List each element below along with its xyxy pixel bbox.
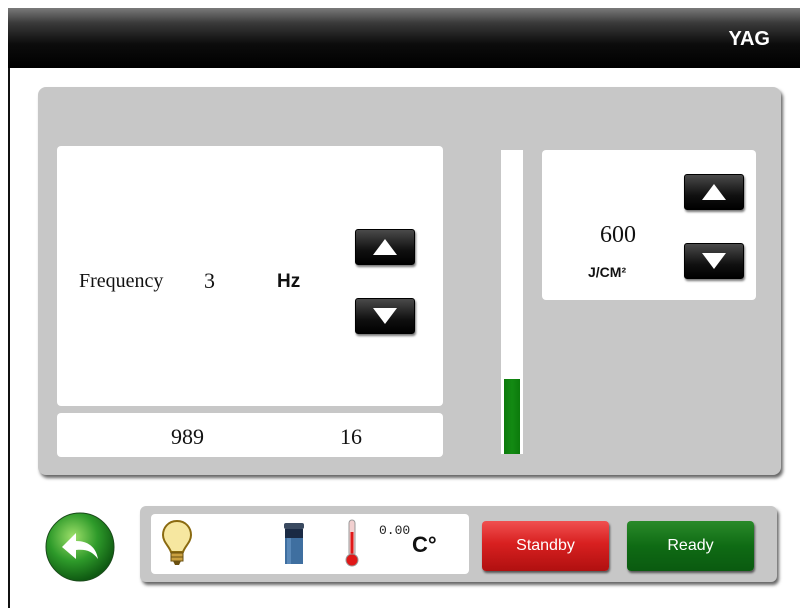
energy-level-fill	[504, 378, 520, 454]
title-bar: YAG	[8, 8, 800, 68]
standby-button[interactable]: Standby	[482, 521, 609, 571]
energy-up-button[interactable]	[684, 174, 744, 210]
lightbulb-icon	[160, 519, 194, 572]
page-title: YAG	[728, 28, 770, 50]
back-button[interactable]	[44, 511, 116, 583]
ready-button[interactable]: Ready	[627, 521, 754, 571]
temperature-value: 0.00	[379, 523, 411, 538]
temperature-unit: C°	[412, 532, 437, 557]
counter-panel	[57, 413, 443, 457]
frequency-up-button[interactable]	[355, 229, 415, 265]
counter-right: 16	[340, 424, 362, 449]
frequency-value: 3	[204, 268, 215, 293]
counter-left: 989	[171, 424, 204, 449]
arrow-down-icon	[373, 308, 397, 324]
thermometer-icon	[342, 518, 362, 573]
arrow-down-icon	[702, 253, 726, 269]
arrow-up-icon	[373, 239, 397, 255]
energy-unit: J/CM²	[588, 264, 627, 280]
energy-value: 600	[600, 222, 636, 248]
frequency-unit: Hz	[277, 271, 301, 292]
frequency-label: Frequency	[79, 270, 164, 292]
water-tank-icon	[283, 522, 305, 571]
energy-down-button[interactable]	[684, 243, 744, 279]
back-arrow-icon	[45, 512, 115, 582]
arrow-up-icon	[702, 184, 726, 200]
frequency-down-button[interactable]	[355, 298, 415, 334]
